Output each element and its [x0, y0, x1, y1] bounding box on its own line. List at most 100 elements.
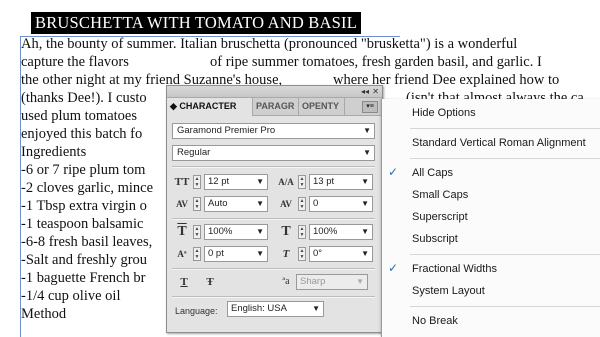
menu-divider	[410, 306, 600, 307]
divider	[172, 166, 375, 168]
menu-item-superscript[interactable]: Superscript	[412, 211, 468, 223]
baseline-shift-icon: Aª	[177, 249, 187, 259]
divider	[172, 296, 375, 298]
menu-item-all-caps[interactable]: All Caps	[412, 167, 453, 179]
chevron-down-icon: ▼	[356, 277, 364, 286]
menu-item-fractional-widths[interactable]: Fractional Widths	[412, 263, 497, 275]
menu-divider	[410, 158, 600, 159]
menu-item-hide-options[interactable]: Hide Options	[412, 107, 476, 119]
text-segment: -2 cloves garlic, mince	[21, 180, 154, 196]
chevron-down-icon: ▼	[256, 199, 264, 208]
headline-selection[interactable]: BRUSCHETTA WITH TOMATO AND BASIL	[31, 12, 361, 34]
text-line[interactable]: (thanks Dee!). I custo (isn't that almost…	[21, 89, 584, 107]
panel-title-bar[interactable]: ◂◂ ✕	[167, 86, 382, 98]
chevron-down-icon: ▼	[363, 126, 371, 135]
language-label: Language:	[175, 306, 218, 316]
horizontal-scale-stepper[interactable]: ▲ ▼	[298, 225, 306, 239]
chevron-down-icon: ▼	[256, 177, 264, 186]
horizontal-scale-value: 100%	[313, 226, 338, 237]
text-segment: -1/4 cup olive oil	[21, 288, 121, 304]
strikethrough-icon[interactable]: Ŧ	[201, 274, 219, 290]
baseline-shift-value: 0 pt	[208, 248, 224, 259]
text-line[interactable]: -6-8 fresh basil leaves,	[21, 233, 152, 251]
kerning-stepper[interactable]: ▲ ▼	[193, 197, 201, 211]
text-line[interactable]: Ah, the bounty of summer. Italian brusch…	[21, 35, 517, 53]
skew-icon: T	[282, 248, 290, 260]
font-style-value: Regular	[177, 147, 211, 158]
font-size-field[interactable]: 12 pt ▼	[204, 174, 268, 190]
chevron-down-icon: ▼	[361, 227, 369, 236]
text-line[interactable]: -1 baguette French br	[21, 269, 145, 287]
text-segment: -1 teaspoon balsamic	[21, 216, 144, 232]
text-segment: -6 or 7 ripe plum tom	[21, 162, 146, 178]
text-segment: -Salt and freshly grou	[21, 252, 148, 268]
checkmark-icon: ✓	[388, 261, 399, 275]
tracking-icon: AV	[280, 199, 292, 209]
chevron-down-icon: ▼	[256, 249, 264, 258]
leading-stepper[interactable]: ▲ ▼	[298, 175, 306, 189]
text-segment: -1 baguette French br	[21, 270, 146, 286]
text-segment: Ah, the bounty of summer. Italian brusch…	[21, 36, 518, 52]
vertical-scale-stepper[interactable]: ▲ ▼	[193, 225, 201, 239]
antialias-icon: ªa	[282, 276, 290, 287]
font-size-stepper[interactable]: ▲ ▼	[193, 175, 201, 189]
divider	[172, 218, 375, 220]
chevron-down-icon: ▼	[361, 177, 369, 186]
text-line[interactable]: used plum tomatoes	[21, 107, 137, 125]
text-line[interactable]: -Salt and freshly grou	[21, 251, 147, 269]
font-family-select[interactable]: Garamond Premier Pro ▼	[172, 123, 375, 139]
character-panel: ◂◂ ✕ ◆ CHARACTER PARAGR OPENTY ▾≡ Garamo…	[166, 85, 383, 333]
text-line[interactable]: -1 Tbsp extra virgin o	[21, 197, 147, 215]
menu-item-standard-vertical-roman-alignment[interactable]: Standard Vertical Roman Alignment	[412, 137, 586, 149]
kerning-icon: AV	[176, 199, 188, 209]
horizontal-scale-icon: T	[281, 224, 291, 239]
vertical-scale-icon: T	[177, 224, 187, 239]
collapse-icon[interactable]: ◂◂	[361, 86, 369, 97]
panel-tabs: ◆ CHARACTER PARAGR OPENTY ▾≡	[167, 98, 382, 116]
antialias-select[interactable]: Sharp ▼	[296, 274, 368, 290]
chevron-down-icon: ▼	[361, 249, 369, 258]
tab-character[interactable]: ◆ CHARACTER	[167, 98, 253, 116]
skew-stepper[interactable]: ▲ ▼	[298, 247, 306, 261]
leading-field[interactable]: 13 pt ▼	[309, 174, 373, 190]
text-line[interactable]: -2 cloves garlic, mince	[21, 179, 153, 197]
font-style-select[interactable]: Regular ▼	[172, 145, 375, 161]
chevron-down-icon: ▼	[256, 227, 264, 236]
skew-value: 0°	[313, 248, 323, 259]
text-line[interactable]: capture the flavors of ripe summer tomato…	[21, 53, 542, 71]
text-line[interactable]: Method	[21, 305, 66, 323]
language-select[interactable]: English: USA ▼	[227, 301, 324, 317]
underline-icon[interactable]: T	[175, 274, 193, 290]
baseline-shift-stepper[interactable]: ▲ ▼	[193, 247, 201, 261]
text-line[interactable]: -1/4 cup olive oil	[21, 287, 120, 305]
baseline-shift-field[interactable]: 0 pt ▼	[204, 246, 268, 262]
text-segment: (thanks Dee!). I custo	[21, 90, 147, 106]
panel-menu-icon[interactable]: ▾≡	[362, 101, 378, 113]
divider	[172, 268, 375, 270]
menu-item-no-break[interactable]: No Break	[412, 315, 458, 327]
text-line[interactable]: -1 teaspoon balsamic	[21, 215, 143, 233]
menu-divider	[410, 128, 600, 129]
font-family-value: Garamond Premier Pro	[177, 125, 276, 136]
vertical-scale-field[interactable]: 100% ▼	[204, 224, 268, 240]
tracking-field[interactable]: 0 ▼	[309, 196, 373, 212]
text-line[interactable]: -6 or 7 ripe plum tom	[21, 161, 145, 179]
menu-item-small-caps[interactable]: Small Caps	[412, 189, 468, 201]
tab-paragraph[interactable]: PARAGR	[253, 98, 299, 115]
menu-divider	[410, 254, 600, 255]
font-size-icon: TT	[174, 176, 190, 188]
text-segment: Ingredients	[21, 144, 87, 160]
menu-item-system-layout[interactable]: System Layout	[412, 285, 485, 297]
text-line[interactable]: Ingredients	[21, 143, 86, 161]
tracking-value: 0	[313, 198, 319, 209]
panel-flyout-menu: Hide Options Standard Vertical Roman Ali…	[381, 99, 600, 337]
tracking-stepper[interactable]: ▲ ▼	[298, 197, 306, 211]
menu-item-subscript[interactable]: Subscript	[412, 233, 458, 245]
skew-field[interactable]: 0° ▼	[309, 246, 373, 262]
horizontal-scale-field[interactable]: 100% ▼	[309, 224, 373, 240]
text-line[interactable]: enjoyed this batch fo	[21, 125, 142, 143]
kerning-field[interactable]: Auto ▼	[204, 196, 268, 212]
tab-opentype[interactable]: OPENTY	[299, 98, 345, 115]
font-size-value: 12 pt	[208, 176, 230, 187]
close-icon[interactable]: ✕	[372, 86, 379, 97]
